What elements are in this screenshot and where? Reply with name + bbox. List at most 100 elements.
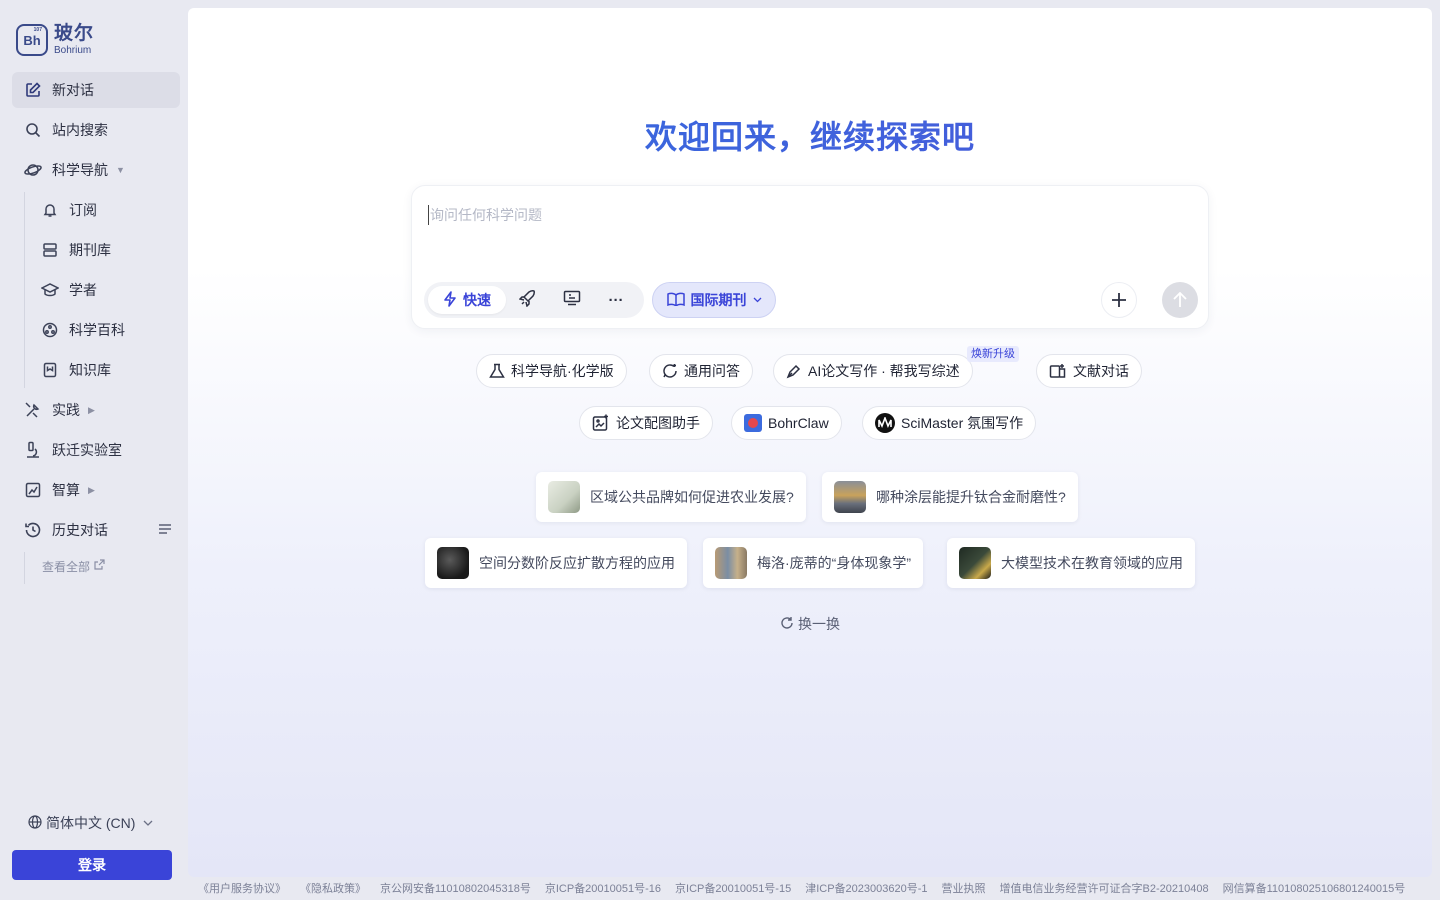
- suggestion-text: 哪种涂层能提升钛合金耐磨性?: [876, 489, 1066, 505]
- logo-en: Bohrium: [54, 45, 92, 56]
- journal-filter-label: 国际期刊: [690, 292, 747, 308]
- more-icon[interactable]: ···: [594, 292, 638, 309]
- sidebar: 107 Bh 玻尔 Bohrium 新对话 站内搜索 科学导航 ▼ 订阅 期刊库…: [0, 0, 188, 900]
- caret-down-icon: ▼: [116, 165, 125, 175]
- suggestion-text: 大模型技术在教育领域的应用: [1001, 555, 1183, 571]
- refresh-icon: [780, 616, 794, 633]
- image-sparkle-icon: [592, 414, 610, 432]
- suggestion-card[interactable]: 哪种涂层能提升钛合金耐磨性?: [822, 472, 1078, 522]
- sidebar-item-scholars[interactable]: 学者: [31, 272, 180, 308]
- rocket-icon[interactable]: [506, 289, 550, 311]
- fast-mode-button[interactable]: 快速: [428, 286, 506, 314]
- chat-bubble-icon: [662, 363, 678, 379]
- suggestion-thumbnail: [959, 547, 991, 579]
- footer-link-privacy-policy[interactable]: 《隐私政策》: [300, 880, 366, 896]
- chat-composer[interactable]: 询问任何科学问题 快速 ··· 国际期刊: [411, 185, 1209, 329]
- footer-link-algorithm-filing[interactable]: 网信算备110108025106801240015号: [1223, 880, 1406, 896]
- sidebar-item-label: 站内搜索: [52, 122, 108, 138]
- language-selector[interactable]: 简体中文 (CN): [28, 813, 153, 833]
- bell-icon: [41, 201, 59, 219]
- sidebar-item-label: 跃迁实验室: [52, 442, 122, 458]
- arrow-up-icon: [1173, 292, 1187, 307]
- lightning-icon: [443, 290, 457, 310]
- journal-filter-button[interactable]: 国际期刊: [652, 282, 776, 318]
- chip-figure-assistant[interactable]: 论文配图助手: [579, 406, 713, 440]
- view-all-history-link[interactable]: 查看全部: [24, 552, 180, 584]
- chip-bohrclaw[interactable]: BohrClaw: [731, 406, 842, 440]
- footer-link-user-agreement[interactable]: 《用户服务协议》: [198, 880, 286, 896]
- chip-general-qa[interactable]: 通用问答: [649, 354, 753, 388]
- sidebar-item-label: 订阅: [69, 202, 97, 218]
- sidebar-item-lab[interactable]: 跃迁实验室: [12, 432, 180, 468]
- knowledge-icon: [41, 361, 59, 379]
- sidebar-item-label: 期刊库: [69, 242, 111, 258]
- chip-literature-chat[interactable]: 文献对话: [1036, 354, 1142, 388]
- sidebar-item-label: 科学百科: [69, 322, 125, 338]
- sidebar-item-new-chat[interactable]: 新对话: [12, 72, 180, 108]
- login-button[interactable]: 登录: [12, 850, 172, 880]
- suggestion-card[interactable]: 梅洛·庞蒂的“身体现象学”: [703, 538, 923, 588]
- chip-label: AI论文写作 · 帮我写综述: [808, 363, 960, 379]
- chip-label: 通用问答: [684, 363, 740, 379]
- question-input[interactable]: 询问任何科学问题: [428, 205, 542, 225]
- suggestion-card[interactable]: 空间分数阶反应扩散方程的应用: [425, 538, 687, 588]
- footer-link-business-license[interactable]: 营业执照: [942, 880, 986, 896]
- chip-label: 论文配图助手: [616, 415, 700, 431]
- chip-label: BohrClaw: [768, 415, 829, 431]
- refresh-suggestions-button[interactable]: 换一换: [780, 614, 840, 634]
- sidebar-item-search[interactable]: 站内搜索: [12, 112, 180, 148]
- sidebar-item-sci-nav[interactable]: 科学导航 ▼: [12, 152, 180, 188]
- bohrium-logo[interactable]: 107 Bh 玻尔 Bohrium: [16, 24, 94, 56]
- menu-lines-icon[interactable]: [158, 522, 172, 538]
- suggestion-text: 区域公共品牌如何促进农业发展?: [590, 489, 794, 505]
- sidebar-item-knowledge-base[interactable]: 知识库: [31, 352, 180, 388]
- main-panel: 欢迎回来，继续探索吧 询问任何科学问题 快速 ··· 国际期刊 科学导航·化学版…: [188, 8, 1432, 877]
- edit-icon: [24, 81, 42, 99]
- footer-link-icp-16[interactable]: 京ICP备20010051号-16: [545, 880, 661, 896]
- sidebar-item-encyclopedia[interactable]: 科学百科: [31, 312, 180, 348]
- chip-ai-paper-writing[interactable]: AI论文写作 · 帮我写综述: [773, 354, 973, 388]
- sidebar-item-history[interactable]: 历史对话: [12, 512, 180, 548]
- sidebar-item-subscribe[interactable]: 订阅: [31, 192, 180, 228]
- history-icon: [24, 521, 42, 539]
- tools-icon: [24, 401, 42, 419]
- footer-link-public-security[interactable]: 京公网安备11010802045318号: [380, 880, 531, 896]
- footer-link-telecom-license[interactable]: 增值电信业务经营许可证合字B2-20210408: [1000, 880, 1209, 896]
- logo-mark-text: Bh: [23, 32, 41, 48]
- send-button[interactable]: [1162, 282, 1198, 318]
- suggestion-card[interactable]: 区域公共品牌如何促进农业发展?: [536, 472, 806, 522]
- sidebar-nav: 新对话 站内搜索 科学导航 ▼ 订阅 期刊库 学者 科学百科 知识库 实践 ▶ …: [12, 72, 180, 584]
- sidebar-item-label: 历史对话: [52, 522, 108, 538]
- suggestion-text: 空间分数阶反应扩散方程的应用: [479, 555, 675, 571]
- document-chat-icon: [1049, 363, 1067, 379]
- compute-icon: [24, 481, 42, 499]
- sidebar-item-practice[interactable]: 实践 ▶: [12, 392, 180, 428]
- language-label: 简体中文 (CN): [46, 815, 136, 831]
- footer-link-icp-15[interactable]: 京ICP备20010051号-15: [675, 880, 791, 896]
- screen-icon[interactable]: [550, 290, 594, 310]
- suggestion-card[interactable]: 大模型技术在教育领域的应用: [947, 538, 1195, 588]
- logo-text: 玻尔 Bohrium: [54, 24, 94, 56]
- sidebar-item-journals[interactable]: 期刊库: [31, 232, 180, 268]
- suggestion-thumbnail: [437, 547, 469, 579]
- sidebar-item-label: 学者: [69, 282, 97, 298]
- sidebar-item-label: 实践: [52, 402, 80, 418]
- suggestion-thumbnail: [834, 481, 866, 513]
- logo-mark: 107 Bh: [16, 24, 48, 56]
- logo-mark-number: 107: [33, 27, 42, 33]
- bohrclaw-logo-icon: [744, 414, 762, 432]
- suggestion-thumbnail: [548, 481, 580, 513]
- footer-link-icp-tianjin[interactable]: 津ICP备2023003620号-1: [805, 880, 927, 896]
- fast-mode-label: 快速: [463, 292, 491, 308]
- caret-right-icon: ▶: [88, 484, 95, 495]
- suggestion-text: 梅洛·庞蒂的“身体现象学”: [757, 555, 911, 571]
- chip-scimaster-writing[interactable]: SciMaster 氛围写作: [862, 406, 1037, 440]
- sidebar-item-label: 智算: [52, 482, 80, 498]
- footer-links: 《用户服务协议》 《隐私政策》 京公网安备11010802045318号 京IC…: [188, 880, 1440, 896]
- history-label-group: 历史对话: [24, 520, 108, 540]
- chip-sci-nav-chemistry[interactable]: 科学导航·化学版: [476, 354, 627, 388]
- sidebar-item-compute[interactable]: 智算 ▶: [12, 472, 180, 508]
- book-icon: [666, 292, 685, 309]
- add-attachment-button[interactable]: [1101, 282, 1137, 318]
- search-icon: [24, 121, 42, 139]
